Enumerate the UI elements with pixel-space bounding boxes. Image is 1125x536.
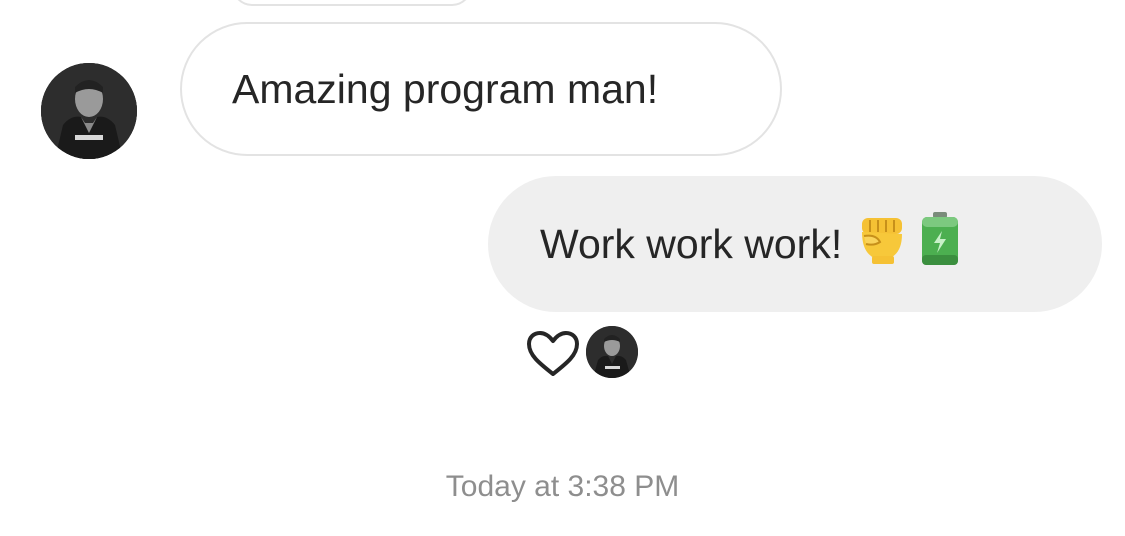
raised-fist-icon [856,212,910,276]
reactor-avatar-image [586,326,638,378]
previous-message-bubble[interactable] [232,0,472,6]
reactor-avatar[interactable] [586,326,638,378]
incoming-message-text: Amazing program man! [232,65,659,112]
outgoing-message-bubble[interactable]: Work work work! [488,176,1102,312]
sender-avatar[interactable] [41,63,137,159]
heart-icon[interactable] [525,330,581,378]
incoming-message-bubble[interactable]: Amazing program man! [180,22,782,156]
battery-icon [920,211,960,277]
outgoing-message-text: Work work work! [540,220,843,267]
sender-avatar-image [41,63,137,159]
chat-thread: Amazing program man! Work work work! Tod… [0,0,1125,536]
message-timestamp: Today at 3:38 PM [445,470,680,503]
